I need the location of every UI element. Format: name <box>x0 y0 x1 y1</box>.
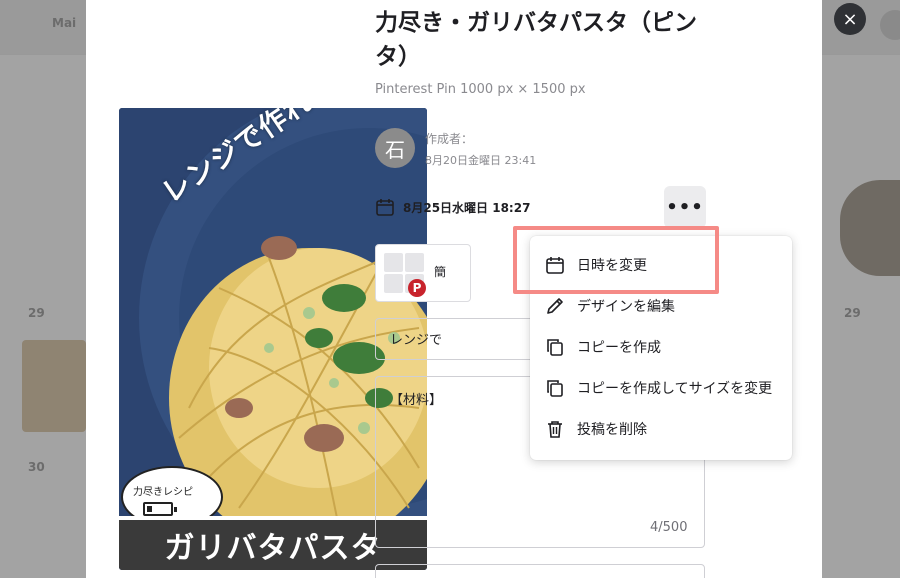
trash-icon <box>548 420 562 438</box>
pinterest-account-card[interactable]: P 簡 <box>375 244 471 302</box>
close-button[interactable]: × <box>834 3 866 35</box>
close-icon: × <box>842 8 858 30</box>
avatar-initial: 石 <box>385 137 405 162</box>
menu-item-label: コピーを作成 <box>577 339 661 356</box>
avatar: 石 <box>375 128 415 168</box>
background-right-label: 29 <box>844 306 861 320</box>
menu-item-copy-and-resize[interactable]: コピーを作成してサイズを変更 <box>530 367 792 408</box>
schedule-date: 8月25日水曜日 18:27 <box>403 200 531 215</box>
menu-item-delete-post[interactable]: 投稿を削除 <box>530 408 792 449</box>
creator-date: 8月20日金曜日 23:41 <box>425 154 537 167</box>
calendar-icon <box>376 199 394 216</box>
pinterest-account-label: 簡 <box>434 265 447 279</box>
copy-icon <box>547 338 563 356</box>
menu-item-label: デザインを編集 <box>577 298 675 315</box>
banner-text: ガリバタパスタ <box>164 531 382 566</box>
menu-item-label: 投稿を削除 <box>577 421 647 438</box>
pencil-icon <box>547 297 563 314</box>
background-thumbnail-right <box>840 180 900 276</box>
bubble-text: 力尽きレシピ <box>133 487 193 498</box>
background-row-label: 29 <box>28 306 45 320</box>
creator-label: 作成者： <box>425 132 474 146</box>
link-input[interactable] <box>375 564 705 578</box>
schedule-date-row[interactable]: 8月25日水曜日 18:27 <box>375 188 530 226</box>
highlight-annotation <box>513 226 719 294</box>
design-size-label: Pinterest Pin 1000 px × 1500 px <box>375 82 586 97</box>
more-options-button[interactable]: ••• <box>664 186 706 228</box>
more-icon: ••• <box>666 196 704 218</box>
background-thumbnail <box>22 340 86 432</box>
background-row-label: 30 <box>28 460 45 474</box>
menu-item-make-copy[interactable]: コピーを作成 <box>530 326 792 367</box>
copy-resize-icon <box>547 379 563 397</box>
menu-item-label: コピーを作成してサイズを変更 <box>577 380 773 397</box>
pinterest-logo-icon: P <box>408 279 426 297</box>
post-title[interactable]: 力尽き・ガリバタパスタ（ピンタ） <box>375 6 715 74</box>
battery-icon <box>143 502 177 516</box>
background-tab: Mai <box>52 16 77 30</box>
character-count: 4/500 <box>650 520 688 535</box>
